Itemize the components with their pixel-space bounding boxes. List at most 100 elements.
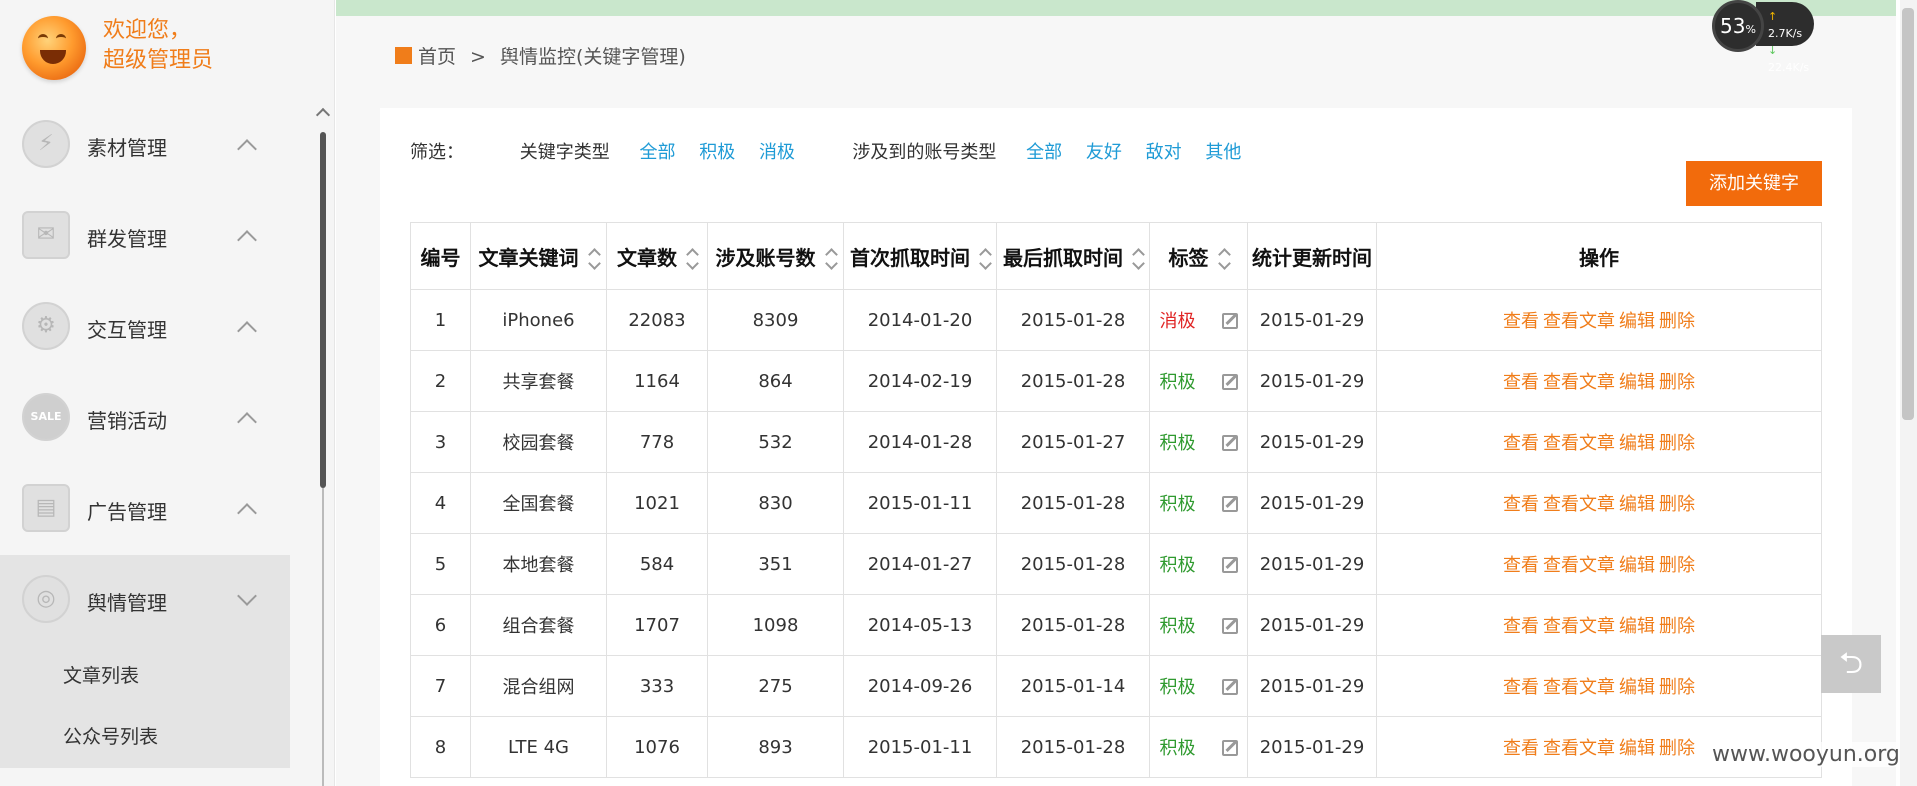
cell-accounts: 893 bbox=[707, 716, 844, 778]
cell-tag: 积极 bbox=[1149, 472, 1248, 534]
sidebar-item-interaction[interactable]: ⚙ 交互管理 bbox=[0, 282, 290, 373]
sidebar-scrollbar-thumb[interactable] bbox=[320, 132, 326, 488]
cell-keyword: 本地套餐 bbox=[470, 533, 607, 595]
sidebar-subitem-accounts[interactable]: 公众号列表 bbox=[0, 707, 290, 768]
sidebar-scrollbar-track[interactable] bbox=[322, 488, 324, 786]
account-type-hostile[interactable]: 敌对 bbox=[1146, 142, 1182, 163]
table-row: 7 混合组网 333 275 2014-09-26 2015-01-14 积极 2015-01… bbox=[410, 655, 1822, 717]
cell-first-fetch: 2014-02-19 bbox=[843, 350, 997, 412]
tag-badge: 积极 bbox=[1159, 372, 1196, 393]
edit-link[interactable]: 编辑 bbox=[1619, 738, 1655, 759]
edit-icon[interactable] bbox=[1221, 313, 1238, 329]
cell-first-fetch: 2014-09-26 bbox=[843, 655, 997, 717]
sort-icon[interactable] bbox=[1219, 248, 1229, 270]
view-link[interactable]: 查看 bbox=[1503, 555, 1539, 576]
view-link[interactable]: 查看 bbox=[1503, 433, 1539, 454]
network-speed-widget[interactable]: ↑ 2.7K/s ↓ 22.4K/s 53% bbox=[1712, 0, 1814, 74]
keyword-type-label: 关键字类型 bbox=[519, 142, 610, 163]
cell-updated: 2015-01-29 bbox=[1247, 289, 1377, 351]
sort-icon[interactable] bbox=[826, 248, 836, 270]
view-link[interactable]: 查看 bbox=[1503, 372, 1539, 393]
view-link[interactable]: 查看 bbox=[1503, 738, 1539, 759]
edit-link[interactable]: 编辑 bbox=[1619, 616, 1655, 637]
edit-icon[interactable] bbox=[1221, 496, 1238, 512]
edit-icon[interactable] bbox=[1221, 374, 1238, 390]
col-articles[interactable]: 文章数 bbox=[606, 222, 708, 290]
edit-icon[interactable] bbox=[1221, 618, 1238, 634]
chevron-down-icon bbox=[237, 586, 257, 606]
view-link[interactable]: 查看 bbox=[1503, 494, 1539, 515]
sidebar-item-material[interactable]: ⚡ 素材管理 bbox=[0, 100, 290, 191]
edit-link[interactable]: 编辑 bbox=[1619, 372, 1655, 393]
cell-tag: 积极 bbox=[1149, 655, 1248, 717]
add-keyword-button[interactable]: 添加关键字 bbox=[1686, 161, 1822, 206]
page-scrollbar-thumb[interactable] bbox=[1902, 8, 1914, 420]
keyword-type-positive[interactable]: 积极 bbox=[699, 142, 735, 163]
delete-link[interactable]: 删除 bbox=[1659, 494, 1695, 515]
view-articles-link[interactable]: 查看文章 bbox=[1543, 738, 1615, 759]
account-type-all[interactable]: 全部 bbox=[1026, 142, 1062, 163]
sidebar-item-broadcast[interactable]: ✉ 群发管理 bbox=[0, 191, 290, 282]
edit-icon[interactable] bbox=[1221, 740, 1238, 756]
view-articles-link[interactable]: 查看文章 bbox=[1543, 372, 1615, 393]
col-keyword[interactable]: 文章关键词 bbox=[470, 222, 607, 290]
delete-link[interactable]: 删除 bbox=[1659, 372, 1695, 393]
table-row: 6 组合套餐 1707 1098 2014-05-13 2015-01-28 积极 2015-… bbox=[410, 594, 1822, 656]
sidebar-subitem-articles[interactable]: 文章列表 bbox=[0, 646, 290, 707]
view-articles-link[interactable]: 查看文章 bbox=[1543, 616, 1615, 637]
sidebar-item-opinion[interactable]: ◎ 舆情管理 bbox=[0, 555, 290, 646]
delete-link[interactable]: 删除 bbox=[1659, 311, 1695, 332]
cell-actions: 查看 查看文章 编辑 删除 bbox=[1376, 350, 1822, 412]
cell-last-fetch: 2015-01-28 bbox=[996, 533, 1150, 595]
col-last-fetch[interactable]: 最后抓取时间 bbox=[996, 222, 1150, 290]
download-arrow-icon: ↓ bbox=[1768, 44, 1778, 57]
view-link[interactable]: 查看 bbox=[1503, 677, 1539, 698]
cell-first-fetch: 2015-01-11 bbox=[843, 716, 997, 778]
memory-percent-unit: % bbox=[1745, 23, 1756, 36]
delete-link[interactable]: 删除 bbox=[1659, 738, 1695, 759]
sort-icon[interactable] bbox=[589, 248, 599, 270]
view-link[interactable]: 查看 bbox=[1503, 616, 1539, 637]
sort-icon[interactable] bbox=[1133, 248, 1143, 270]
delete-link[interactable]: 删除 bbox=[1659, 555, 1695, 576]
view-articles-link[interactable]: 查看文章 bbox=[1543, 311, 1615, 332]
col-accounts[interactable]: 涉及账号数 bbox=[707, 222, 844, 290]
edit-link[interactable]: 编辑 bbox=[1619, 311, 1655, 332]
cell-actions: 查看 查看文章 编辑 删除 bbox=[1376, 411, 1822, 473]
view-articles-link[interactable]: 查看文章 bbox=[1543, 677, 1615, 698]
view-articles-link[interactable]: 查看文章 bbox=[1543, 433, 1615, 454]
cell-articles: 1076 bbox=[606, 716, 708, 778]
view-articles-link[interactable]: 查看文章 bbox=[1543, 555, 1615, 576]
sort-icon[interactable] bbox=[980, 248, 990, 270]
col-first-fetch[interactable]: 首次抓取时间 bbox=[843, 222, 997, 290]
cell-keyword: LTE 4G bbox=[470, 716, 607, 778]
edit-link[interactable]: 编辑 bbox=[1619, 677, 1655, 698]
keyword-type-all[interactable]: 全部 bbox=[639, 142, 675, 163]
view-link[interactable]: 查看 bbox=[1503, 311, 1539, 332]
avatar[interactable] bbox=[22, 16, 86, 80]
delete-link[interactable]: 删除 bbox=[1659, 616, 1695, 637]
edit-link[interactable]: 编辑 bbox=[1619, 494, 1655, 515]
delete-link[interactable]: 删除 bbox=[1659, 677, 1695, 698]
edit-icon[interactable] bbox=[1221, 679, 1238, 695]
cell-tag: 积极 bbox=[1149, 594, 1248, 656]
view-articles-link[interactable]: 查看文章 bbox=[1543, 494, 1615, 515]
edit-icon[interactable] bbox=[1221, 435, 1238, 451]
sidebar-scroll-up-icon[interactable] bbox=[315, 107, 331, 123]
delete-link[interactable]: 删除 bbox=[1659, 433, 1695, 454]
cell-tag: 积极 bbox=[1149, 716, 1248, 778]
breadcrumb-home-link[interactable]: 首页 bbox=[418, 46, 456, 68]
account-type-other[interactable]: 其他 bbox=[1205, 142, 1241, 163]
cell-actions: 查看 查看文章 编辑 删除 bbox=[1376, 655, 1822, 717]
edit-link[interactable]: 编辑 bbox=[1619, 555, 1655, 576]
sidebar-item-ads[interactable]: ▤ 广告管理 bbox=[0, 464, 290, 555]
col-tag[interactable]: 标签 bbox=[1149, 222, 1248, 290]
cell-articles: 1164 bbox=[606, 350, 708, 412]
back-to-top-button[interactable]: ⮌ bbox=[1821, 635, 1881, 693]
sort-icon[interactable] bbox=[687, 248, 697, 270]
edit-icon[interactable] bbox=[1221, 557, 1238, 573]
keyword-type-negative[interactable]: 消极 bbox=[759, 142, 795, 163]
sidebar-item-marketing[interactable]: SALE 营销活动 bbox=[0, 373, 290, 464]
account-type-friendly[interactable]: 友好 bbox=[1086, 142, 1122, 163]
edit-link[interactable]: 编辑 bbox=[1619, 433, 1655, 454]
